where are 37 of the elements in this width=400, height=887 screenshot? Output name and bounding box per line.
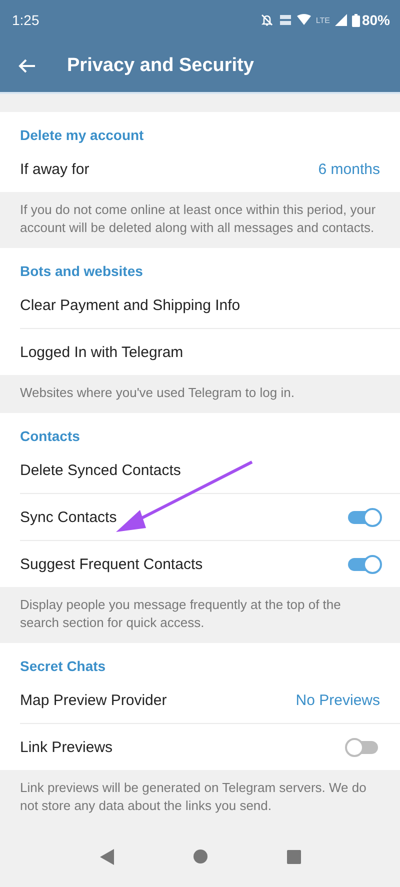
recents-nav-icon[interactable] — [286, 850, 300, 864]
settings-row[interactable]: Clear Payment and Shipping Info — [20, 282, 400, 329]
section-title: Bots and websites — [19, 262, 144, 281]
section-title: Delete my account — [19, 126, 145, 145]
back-icon[interactable] — [18, 58, 36, 74]
bell-off-icon — [260, 13, 274, 27]
section-info: Display people you message frequently at the top of the search section for quick access. — [19, 596, 342, 632]
settings-row[interactable]: Logged In with Telegram — [20, 329, 400, 375]
settings-row[interactable]: Delete Synced Contacts — [20, 447, 400, 494]
row-label: Clear Payment and Shipping Info — [20, 296, 240, 314]
section-info: If you do not come online at least once within this period, your account will be deleted along with all messages and contacts. — [19, 201, 377, 237]
network-label: LTE — [316, 16, 330, 24]
section-info: Link previews will be generated on Telegram servers. We do not store any data about the links you send. — [19, 779, 368, 815]
settings-row[interactable]: If away for 6 months — [20, 146, 400, 192]
row-label: Map Preview Provider — [20, 692, 167, 708]
section-info: Websites where you've used Telegram to log in. — [19, 384, 296, 402]
section-title: Secret Chats — [19, 657, 107, 676]
home-nav-icon[interactable] — [192, 849, 208, 864]
row-value: No Previews — [296, 692, 380, 708]
wifi-icon — [296, 14, 311, 26]
battery-icon — [352, 14, 360, 26]
row-label: Delete Synced Contacts — [20, 462, 181, 478]
back-nav-icon[interactable] — [100, 848, 114, 864]
row-value: 6 months — [318, 160, 380, 178]
screen-title: Privacy and Security — [67, 55, 254, 77]
row-label: Suggest Frequent Contacts — [20, 556, 203, 572]
row-label: If away for — [20, 160, 90, 178]
status-time: 1:25 — [12, 12, 40, 28]
row-label: Logged In with Telegram — [20, 344, 184, 360]
signal-icon — [334, 14, 347, 26]
section-title: Contacts — [19, 427, 81, 446]
settings-row[interactable]: Link Previews — [20, 724, 400, 770]
battery-percent: 80% — [362, 12, 390, 28]
settings-row[interactable]: Suggest Frequent Contacts — [20, 541, 400, 587]
row-label: Sync Contacts — [20, 508, 117, 526]
settings-row[interactable]: Map Preview Provider No Previews — [20, 677, 400, 724]
row-label: Link Previews — [20, 738, 113, 756]
